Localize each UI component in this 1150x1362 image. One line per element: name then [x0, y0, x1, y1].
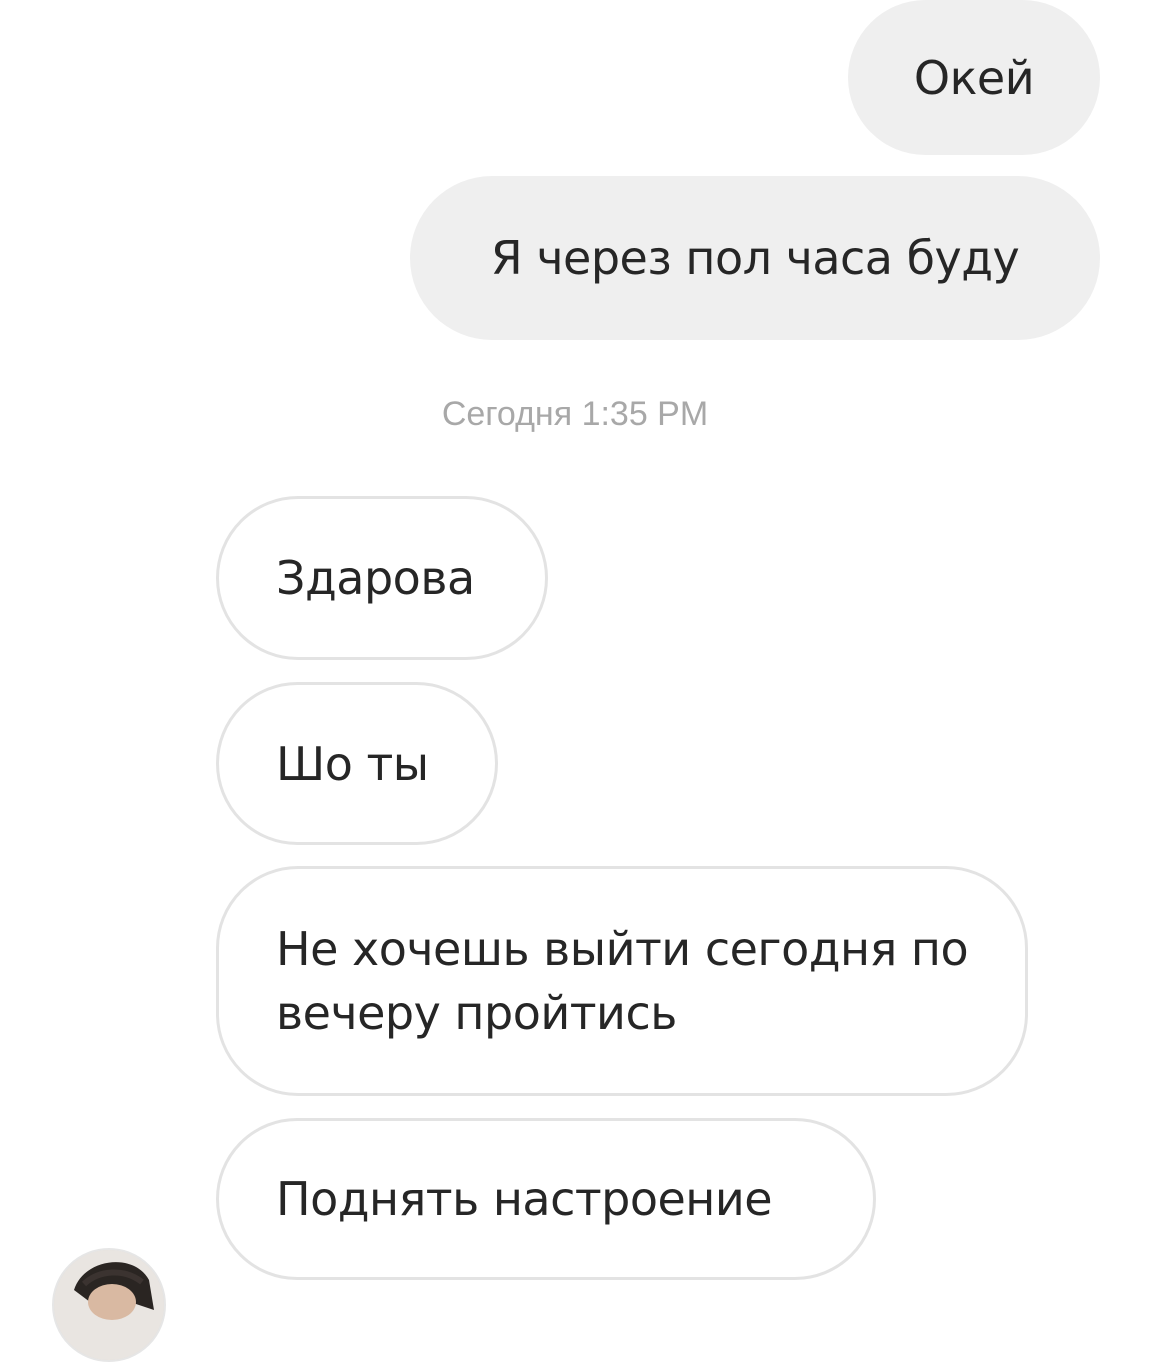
message-text: Окей: [913, 50, 1035, 105]
message-text: Я через пол часа буду: [490, 231, 1020, 285]
sender-avatar-photo: [54, 1250, 164, 1360]
message-text: Здарова: [276, 551, 475, 605]
sender-avatar[interactable]: [52, 1248, 166, 1362]
incoming-message[interactable]: Не хочешь выйти сегодня по вечеру пройти…: [216, 866, 1028, 1096]
message-text: Поднять настроение: [276, 1172, 773, 1226]
outgoing-message[interactable]: Я через пол часа буду: [410, 176, 1100, 340]
message-text: Шо ты: [276, 736, 429, 791]
incoming-message[interactable]: Шо ты: [216, 682, 498, 845]
incoming-message[interactable]: Поднять настроение: [216, 1118, 876, 1280]
incoming-message[interactable]: Здарова: [216, 496, 548, 660]
message-text: Не хочешь выйти сегодня по вечеру пройти…: [276, 922, 969, 1040]
outgoing-message[interactable]: Окей: [848, 0, 1100, 155]
message-timestamp: Сегодня 1:35 PM: [441, 395, 709, 433]
